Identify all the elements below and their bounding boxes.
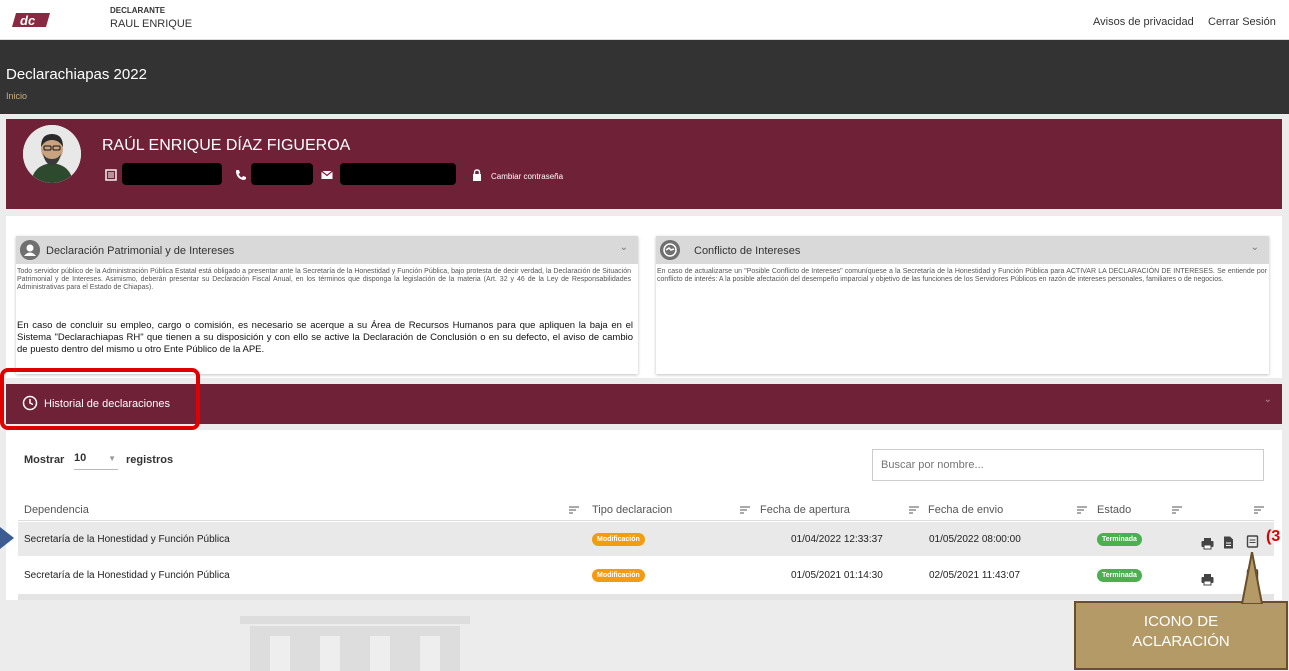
sort-icon[interactable] bbox=[1077, 506, 1087, 514]
redacted-phone bbox=[251, 163, 313, 185]
chevron-down-icon[interactable]: ⌄ bbox=[1264, 394, 1272, 405]
print-icon[interactable] bbox=[1201, 537, 1214, 550]
col-envio[interactable]: Fecha de envio bbox=[928, 504, 1003, 516]
sort-icon[interactable] bbox=[1254, 506, 1264, 514]
page-size-select[interactable]: 10 ▼ bbox=[74, 452, 118, 470]
redacted-email bbox=[340, 163, 456, 185]
cell-dependencia: Secretaría de la Honestidad y Función Pú… bbox=[24, 534, 230, 545]
change-password-link[interactable]: Cambiar contraseña bbox=[491, 172, 563, 181]
user-icon bbox=[20, 240, 40, 260]
callout-pointer bbox=[1240, 552, 1264, 604]
conflicto-card-header[interactable]: Conflicto de Intereses ⌄ bbox=[656, 236, 1269, 264]
callout-text: ICONO DE ACLARACIÓN bbox=[1078, 612, 1284, 652]
status-badge: Modificación bbox=[592, 533, 645, 546]
logout-link[interactable]: Cerrar Sesión bbox=[1208, 16, 1276, 28]
sort-icon[interactable] bbox=[909, 506, 919, 514]
profile-name: RAÚL ENRIQUE DÍAZ FIGUEROA bbox=[102, 137, 351, 154]
patrimonial-card-text: Todo servidor público de la Administraci… bbox=[17, 268, 631, 291]
table-row[interactable]: Secretaría de la Honestidad y Función Pú… bbox=[18, 558, 1274, 592]
chevron-down-icon[interactable]: ⌄ bbox=[1251, 242, 1259, 253]
patrimonial-card-notice: En caso de concluir su empleo, cargo o c… bbox=[17, 320, 633, 355]
info-cards: Declaración Patrimonial y de Intereses ⌄… bbox=[6, 216, 1282, 378]
page-title: Declarachiapas 2022 bbox=[6, 66, 147, 83]
lock-icon[interactable] bbox=[471, 169, 483, 181]
patrimonial-card-header[interactable]: Declaración Patrimonial y de Intereses ⌄ bbox=[16, 236, 638, 264]
col-dependencia[interactable]: Dependencia bbox=[24, 504, 89, 516]
clarification-icon[interactable] bbox=[1246, 535, 1259, 548]
conflicto-card: Conflicto de Intereses ⌄ En caso de actu… bbox=[656, 236, 1269, 374]
cell-envio: 01/05/2022 08:00:00 bbox=[929, 534, 1021, 545]
page-size-value: 10 bbox=[74, 452, 87, 464]
status-badge: Terminada bbox=[1097, 533, 1142, 546]
building-watermark bbox=[240, 616, 470, 671]
patrimonial-card: Declaración Patrimonial y de Intereses ⌄… bbox=[16, 236, 638, 374]
col-estado[interactable]: Estado bbox=[1097, 504, 1131, 516]
sort-icon[interactable] bbox=[569, 506, 579, 514]
document-icon[interactable] bbox=[1222, 536, 1235, 549]
title-bar: Declarachiapas 2022 Inicio bbox=[0, 40, 1289, 114]
status-badge: Terminada bbox=[1097, 569, 1142, 582]
conflicto-card-title: Conflicto de Intereses bbox=[694, 245, 801, 257]
cell-dependencia: Secretaría de la Honestidad y Función Pú… bbox=[24, 570, 230, 581]
privacy-link[interactable]: Avisos de privacidad bbox=[1093, 16, 1194, 28]
col-tipo[interactable]: Tipo declaracion bbox=[592, 504, 672, 516]
id-card-icon bbox=[105, 169, 117, 181]
pointer-arrow bbox=[0, 527, 14, 549]
logo-text: dc bbox=[20, 13, 36, 28]
cell-apertura: 01/05/2021 01:14:30 bbox=[791, 570, 883, 581]
declarante-label: DECLARANTE bbox=[110, 6, 166, 15]
chevron-down-icon[interactable]: ⌄ bbox=[620, 242, 628, 253]
print-icon[interactable] bbox=[1201, 573, 1214, 586]
history-table-panel: Mostrar 10 ▼ registros Dependencia Tipo … bbox=[6, 430, 1282, 600]
cell-envio: 02/05/2021 11:43:07 bbox=[929, 570, 1021, 581]
callout-line-1: ICONO DE bbox=[1143, 613, 1219, 630]
top-bar: dc DECLARANTE RAUL ENRIQUE Avisos de pri… bbox=[0, 0, 1289, 40]
search-input[interactable] bbox=[872, 449, 1264, 481]
handshake-icon bbox=[660, 240, 680, 260]
status-badge: Modificación bbox=[592, 569, 645, 582]
profile-banner: RAÚL ENRIQUE DÍAZ FIGUEROA Cambiar contr… bbox=[6, 119, 1282, 209]
phone-icon bbox=[236, 170, 246, 180]
cell-apertura: 01/04/2022 12:33:37 bbox=[791, 534, 883, 545]
step-number: (3 bbox=[1266, 528, 1281, 545]
breadcrumb[interactable]: Inicio bbox=[6, 91, 27, 101]
divider bbox=[18, 520, 1274, 521]
avatar bbox=[23, 125, 81, 183]
declarante-name: RAUL ENRIQUE bbox=[110, 18, 193, 30]
sort-icon[interactable] bbox=[740, 506, 750, 514]
highlight-box bbox=[0, 368, 200, 430]
callout-line-2: ACLARACIÓN bbox=[1132, 633, 1230, 650]
declarachiapas-logo[interactable]: dc bbox=[12, 10, 54, 32]
caret-down-icon: ▼ bbox=[108, 454, 116, 463]
sort-icon[interactable] bbox=[1172, 506, 1182, 514]
conflicto-card-text: En caso de actualizarse un "Posible Conf… bbox=[657, 268, 1267, 283]
show-label: Mostrar bbox=[24, 454, 65, 466]
table-row[interactable]: Secretaría de la Honestidad y Función Pú… bbox=[18, 522, 1274, 556]
col-apertura[interactable]: Fecha de apertura bbox=[760, 504, 850, 516]
mail-icon bbox=[321, 170, 333, 179]
records-label: registros bbox=[126, 454, 174, 466]
redacted-id bbox=[122, 163, 222, 185]
patrimonial-card-title: Declaración Patrimonial y de Intereses bbox=[46, 245, 235, 257]
